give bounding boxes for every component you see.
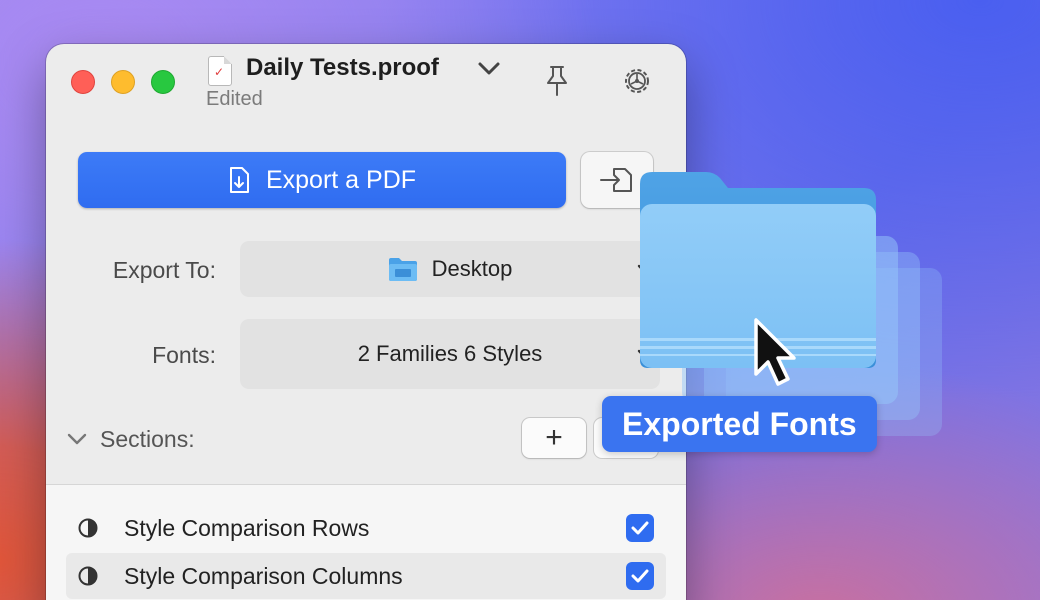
half-circle-icon [78,518,98,538]
checkmark-icon [631,521,649,535]
app-window: ✓ Daily Tests.proof Edited Export a PDF … [46,44,686,600]
gear-icon[interactable] [622,66,652,96]
section-checkbox[interactable] [626,514,654,542]
fonts-value: 2 Families 6 Styles [357,341,543,366]
export-to-label: Export To: [112,257,216,283]
list-item[interactable]: Style Comparison Rows [66,505,666,551]
sections-list: Style Comparison Rows Style Comparison C… [46,484,686,600]
document-download-icon [229,167,249,193]
fonts-popup[interactable]: 2 Families 6 Styles [240,319,660,389]
pointer-cursor-icon [754,318,796,386]
close-window-button[interactable] [71,70,95,94]
export-to-value: Desktop [431,256,513,281]
export-pdf-label: Export a PDF [265,165,417,194]
sections-label: Sections: [100,426,195,452]
section-item-label: Style Comparison Rows [124,514,370,541]
chevron-down-icon[interactable] [66,430,88,448]
list-item[interactable]: Style Comparison Columns [66,553,666,599]
export-pdf-button[interactable]: Export a PDF [78,152,566,208]
drag-label: Exported Fonts [602,396,877,452]
minimize-window-button[interactable] [111,70,135,94]
document-status: Edited [206,88,263,110]
export-to-popup[interactable]: Desktop [240,241,660,297]
window-title[interactable]: Daily Tests.proof [246,54,439,82]
document-icon: ✓ [208,56,232,86]
file-import-icon [600,168,632,192]
half-circle-icon [78,566,98,586]
zoom-window-button[interactable] [151,70,175,94]
add-section-button[interactable]: + [522,418,586,458]
folder-icon [388,256,418,282]
section-item-label: Style Comparison Columns [124,562,403,589]
chevron-down-icon[interactable] [476,58,502,78]
fonts-label: Fonts: [152,342,216,368]
pin-icon[interactable] [543,64,571,98]
document-icon-mark: ✓ [214,65,225,79]
section-checkbox[interactable] [626,562,654,590]
checkmark-icon [631,569,649,583]
